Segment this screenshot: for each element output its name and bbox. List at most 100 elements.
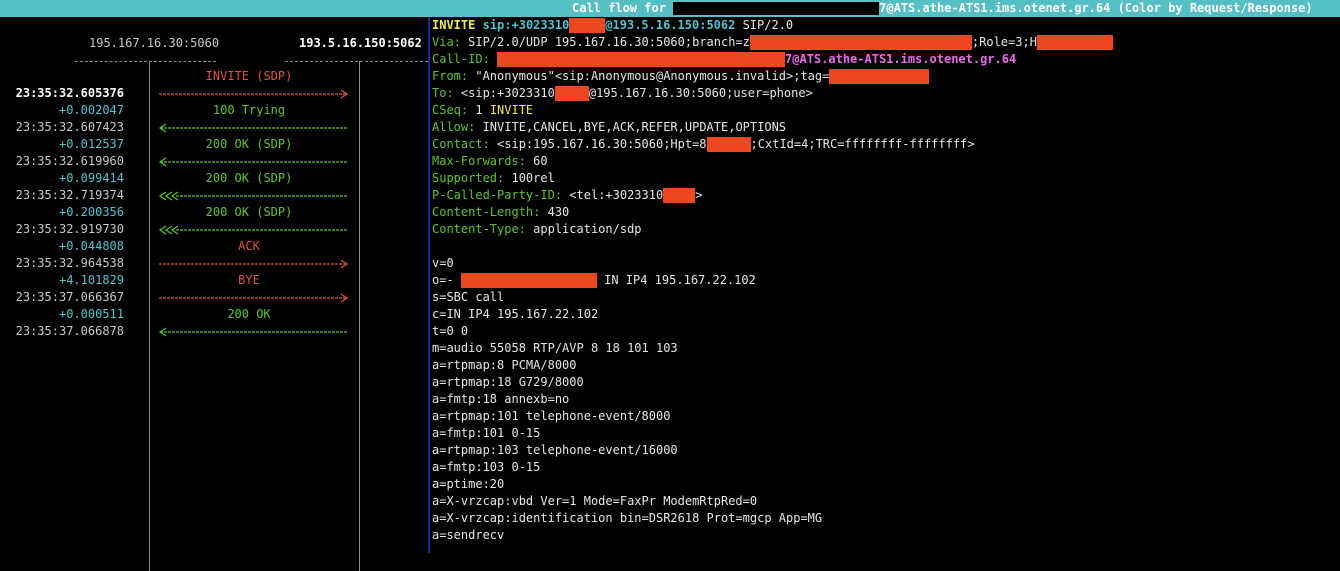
header-to: To: <sip:+3023310 @195.167.16.30:5060;use…: [432, 85, 1340, 102]
header-name: CSeq:: [432, 103, 469, 117]
flow-arrow-row[interactable]: 23:35:32.607423: [0, 119, 428, 136]
message-label[interactable]: 200 OK (SDP): [150, 204, 348, 221]
timestamp: 23:35:32.607423: [15, 120, 124, 134]
header-value: ;Role=3;H: [971, 35, 1037, 49]
arrow-left-icon: [158, 153, 348, 170]
arrow-right-icon: [158, 289, 349, 306]
title-suffix: 7@ATS.athe-ATS1.ims.otenet.gr.64 (Color …: [879, 1, 1313, 15]
title-prefix: Call flow for: [572, 1, 674, 15]
header-value: <sip:195.167.16.30:5060;Hpt=8: [489, 137, 707, 151]
sdp-line: a=rtpmap:18 G729/8000: [432, 375, 584, 389]
flow-message-row[interactable]: 200 OK (SDP) +0.200356: [0, 204, 428, 221]
arrow-left-icon: [158, 119, 348, 136]
message-label[interactable]: ACK: [150, 238, 348, 255]
flow-message-row[interactable]: 100 Trying +0.002047: [0, 102, 428, 119]
sdp-line: t=0 0: [432, 324, 469, 338]
flow-message-row[interactable]: BYE +4.101829: [0, 272, 428, 289]
header-p-called-party-id: P-Called-Party-ID: <tel:+3023310 >: [432, 187, 1340, 204]
message-label[interactable]: 200 OK (SDP): [150, 136, 348, 153]
sdp-line: a=rtpmap:101 telephone-event/8000: [432, 409, 671, 423]
sdp-line: a=ptime:20: [432, 477, 505, 491]
header-supported: Supported: 100rel: [432, 170, 1340, 187]
host-left-underline: [75, 61, 216, 62]
redaction-box: [460, 273, 597, 288]
flow-message-row[interactable]: 200 OK (SDP) +0.099414: [0, 170, 428, 187]
sdp-text: o=-: [432, 273, 461, 287]
header-name: To:: [432, 86, 454, 100]
time-delta: +0.002047: [58, 103, 124, 117]
redaction-box: [749, 35, 972, 50]
host-right: 193.5.16.150:5062: [299, 36, 422, 50]
redaction-box: [673, 2, 880, 15]
time-delta: +4.101829: [58, 273, 124, 287]
message-detail-panel: INVITE sip:+3023310 @193.5.16.150:5062 SI…: [432, 17, 1340, 544]
timestamp: 23:35:32.964538: [15, 256, 124, 270]
header-value: "Anonymous"<sip:Anonymous@Anonymous.inva…: [468, 69, 830, 83]
header-via: Via: SIP/2.0/UDP 195.167.16.30:5060;bran…: [432, 34, 1340, 51]
flow-arrow-row[interactable]: 23:35:37.066367: [0, 289, 428, 306]
sdp-line: a=rtpmap:103 telephone-event/16000: [432, 443, 678, 457]
header-name: Allow:: [432, 120, 476, 134]
arrow-left-icon: [158, 323, 348, 340]
header-value: 7@ATS.athe-ATS1.ims.otenet.gr.64: [785, 52, 1017, 66]
request-method: INVITE: [432, 18, 476, 32]
header-allow: Allow: INVITE,CANCEL,BYE,ACK,REFER,UPDAT…: [432, 119, 1340, 136]
message-label[interactable]: BYE: [150, 272, 348, 289]
redaction-box: [663, 188, 696, 203]
redaction-box: [554, 86, 589, 101]
header-name: Max-Forwards:: [432, 154, 526, 168]
flow-arrow-row[interactable]: 23:35:37.066878: [0, 323, 428, 340]
message-label[interactable]: 100 Trying: [150, 102, 348, 119]
header-value: SIP/2.0/UDP 195.167.16.30:5060;branch=z: [460, 35, 750, 49]
sdp-text: IN IP4 195.167.22.102: [596, 273, 756, 287]
message-label[interactable]: 200 OK: [150, 306, 348, 323]
header-call-id: Call-ID: 7@ATS.athe-ATS1.ims.otenet.gr.6…: [432, 51, 1340, 68]
sdp-line: a=X-vrzcap:vbd Ver=1 Mode=FaxPr ModemRtp…: [432, 494, 758, 508]
cseq-method: INVITE: [489, 103, 534, 117]
header-value: application/sdp: [525, 222, 642, 236]
sdp-line: a=sendrecv: [432, 528, 505, 542]
flow-arrow-row[interactable]: 23:35:32.619960: [0, 153, 428, 170]
sdp-line: s=SBC call: [432, 290, 505, 304]
arrow-right-icon: [158, 255, 349, 272]
flow-message-row[interactable]: 200 OK (SDP) +0.012537: [0, 136, 428, 153]
timestamp: 23:35:32.719374: [15, 188, 124, 202]
title-text: Call flow for 7@ATS.athe-ATS1.ims.otenet…: [572, 0, 1313, 17]
flow-arrow-row[interactable]: 23:35:32.919730: [0, 221, 428, 238]
host-right-underline: [285, 61, 428, 62]
sdp-line: c=IN IP4 195.167.22.102: [432, 307, 599, 321]
title-bar: Call flow for 7@ATS.athe-ATS1.ims.otenet…: [0, 0, 1340, 17]
sip-version: SIP/2.0: [735, 18, 794, 32]
header-value: <sip:+3023310: [453, 86, 555, 100]
flow-message-row[interactable]: 200 OK +0.000511: [0, 306, 428, 323]
time-delta: +0.099414: [58, 171, 124, 185]
time-delta: +0.044808: [58, 239, 124, 253]
message-label[interactable]: 200 OK (SDP): [150, 170, 348, 187]
flow-arrow-row[interactable]: 23:35:32.964538: [0, 255, 428, 272]
timestamp: 23:35:32.919730: [15, 222, 124, 236]
header-value: 430: [540, 205, 570, 219]
flow-arrow-row[interactable]: 23:35:32.605376: [0, 85, 428, 102]
header-max-forwards: Max-Forwards: 60: [432, 153, 1340, 170]
header-name: Contact:: [432, 137, 490, 151]
timestamp: 23:35:37.066878: [15, 324, 124, 338]
flow-message-row[interactable]: INVITE (SDP): [0, 68, 428, 85]
header-value: >: [695, 188, 703, 202]
request-uri-prefix: sip:+3023310: [482, 18, 570, 32]
header-value: INVITE,CANCEL,BYE,ACK,REFER,UPDATE,OPTIO…: [475, 120, 787, 134]
header-name: Content-Type:: [432, 222, 526, 236]
header-contact: Contact: <sip:195.167.16.30:5060;Hpt=8 ;C…: [432, 136, 1340, 153]
header-value: 100rel: [504, 171, 555, 185]
flow-arrow-row[interactable]: 23:35:32.719374: [0, 187, 428, 204]
header-from: From: "Anonymous"<sip:Anonymous@Anonymou…: [432, 68, 1340, 85]
time-delta: +0.000511: [58, 307, 124, 321]
timestamp: 23:35:32.619960: [15, 154, 124, 168]
request-uri-suffix: @193.5.16.150:5062: [605, 18, 736, 32]
arrow-left-icon: [158, 221, 348, 238]
sdp-line: v=0: [432, 256, 454, 270]
message-label[interactable]: INVITE (SDP): [150, 68, 348, 85]
header-value: ;CxtId=4;TRC=ffffffff-ffffffff>: [750, 137, 975, 151]
flow-message-row[interactable]: ACK +0.044808: [0, 238, 428, 255]
host-left: 195.167.16.30:5060: [89, 36, 220, 50]
